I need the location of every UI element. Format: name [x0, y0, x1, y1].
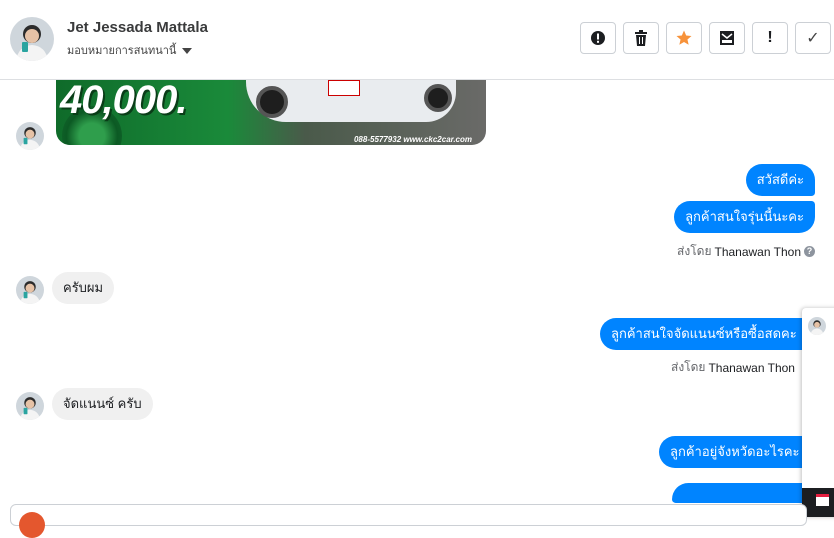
check-icon: ✓	[806, 30, 820, 47]
outgoing-message[interactable]: ลูกค้าอยู่จังหวัดอะไรคะ	[659, 436, 811, 468]
contact-name[interactable]: Jet Jessada Mattala	[67, 19, 208, 36]
sent-by-label: ส่งโดย Thanawan Thon	[671, 358, 795, 377]
outgoing-message[interactable]: ลูกค้าสนใจจัดแนนซ์หรือซื้อสดคะ	[600, 318, 808, 350]
header-actions: ! ✓	[580, 22, 831, 54]
star-button[interactable]	[666, 22, 702, 54]
message-thread: 40,000. 088-5577932 www.ckc2car.com สวัส…	[0, 80, 834, 517]
calendar-icon[interactable]	[816, 494, 829, 506]
contact-avatar-small	[16, 122, 44, 150]
star-icon	[676, 30, 692, 45]
sent-by-prefix: ส่งโดย	[677, 244, 712, 258]
spam-button[interactable]	[580, 22, 616, 54]
spam-icon	[591, 31, 605, 45]
exclamation-icon: !	[767, 29, 773, 46]
conversation-header: Jet Jessada Mattala มอบหมายการสนทนานี้ !…	[0, 0, 834, 80]
sent-by-agent: Thanawan Thon	[714, 244, 801, 259]
chevron-down-icon	[182, 47, 193, 54]
assign-conversation-dropdown[interactable]: มอบหมายการสนทนานี้	[67, 41, 193, 59]
contact-avatar-small	[16, 276, 44, 304]
sent-by-agent: Thanawan Thon	[708, 360, 795, 375]
delete-button[interactable]	[623, 22, 659, 54]
outgoing-message-partial[interactable]	[672, 483, 812, 503]
car-wheel-graphic	[424, 84, 452, 112]
car-ad-image[interactable]: 40,000. 088-5577932 www.ckc2car.com	[56, 80, 486, 145]
contact-avatar[interactable]	[10, 17, 54, 61]
sent-by-prefix: ส่งโดย	[671, 360, 706, 374]
outgoing-message[interactable]: สวัสดีค่ะ	[745, 164, 815, 196]
banner-price-text: 40,000.	[60, 80, 187, 122]
help-icon[interactable]: ?	[804, 246, 815, 257]
mark-done-button[interactable]: ✓	[795, 22, 831, 54]
mark-unread-button[interactable]	[709, 22, 745, 54]
car-wheel-graphic	[256, 86, 288, 118]
license-plate-graphic	[328, 80, 360, 96]
incoming-message[interactable]: ครับผม	[52, 272, 115, 304]
chat-heads-panel[interactable]	[802, 308, 834, 517]
trash-icon	[635, 30, 647, 46]
page-avatar-icon	[19, 512, 45, 538]
chat-head-avatar[interactable]	[808, 317, 826, 335]
banner-contact-text: 088-5577932 www.ckc2car.com	[353, 135, 472, 144]
important-button[interactable]: !	[752, 22, 788, 54]
outgoing-message[interactable]: ลูกค้าสนใจรุ่นนี้นะคะ	[674, 201, 815, 233]
mark-unread-icon	[720, 31, 734, 45]
assign-label: มอบหมายการสนทนานี้	[67, 45, 177, 57]
sent-by-label: ส่งโดย Thanawan Thon ?	[677, 242, 815, 261]
incoming-message[interactable]: จัดแนนซ์ ครับ	[52, 388, 153, 420]
contact-avatar-small	[16, 392, 44, 420]
message-composer[interactable]	[10, 504, 807, 538]
